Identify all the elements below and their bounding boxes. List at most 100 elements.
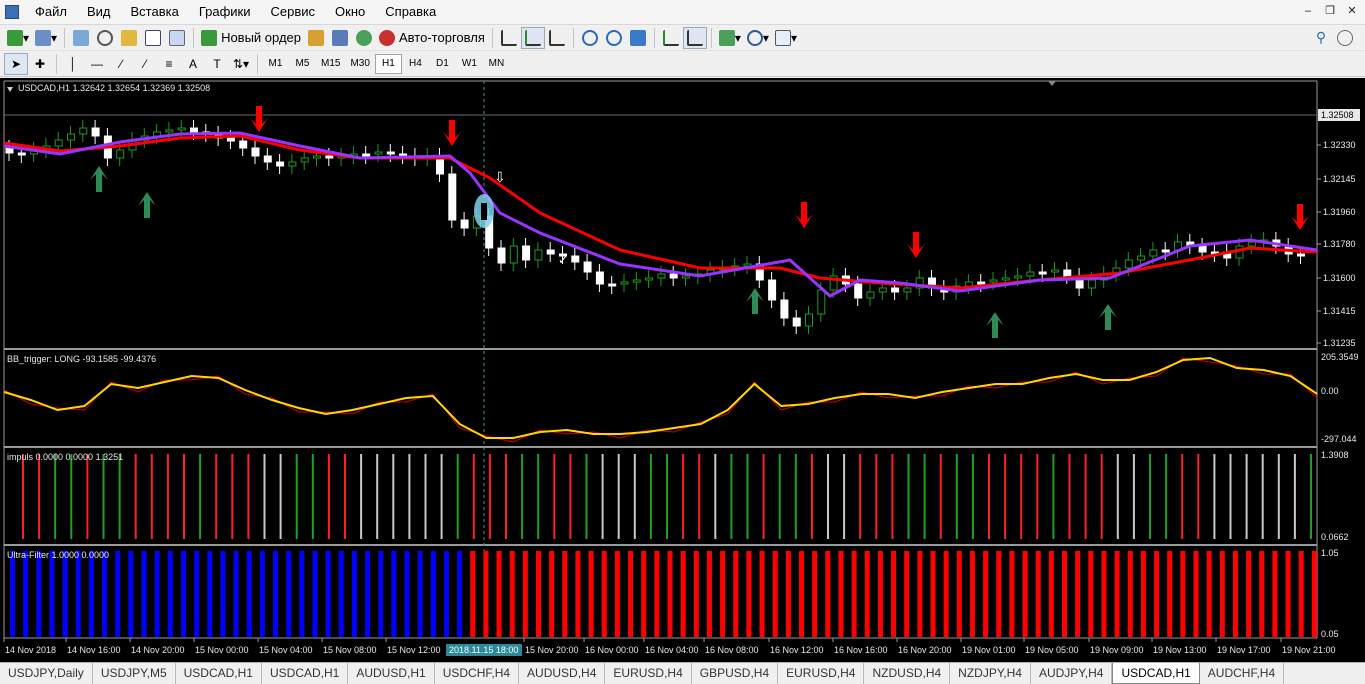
time-label: 19 Nov 17:00 (1217, 645, 1271, 655)
menu-tools[interactable]: Сервис (261, 1, 326, 23)
panel-separator-2[interactable] (4, 446, 1317, 448)
timeframe-m15[interactable]: M15 (316, 54, 345, 74)
vertical-line-button[interactable]: │ (61, 53, 85, 75)
impuls-bar (70, 454, 73, 539)
text-button[interactable]: A (181, 53, 205, 75)
impuls-bar (279, 454, 282, 539)
chart-tab[interactable]: EURUSD,H4 (605, 663, 692, 684)
timeframe-d1[interactable]: D1 (429, 54, 456, 74)
impuls-bar (183, 454, 185, 539)
minimize-icon[interactable]: – (1299, 3, 1317, 19)
candle-body (989, 279, 998, 283)
zoom-in-icon (581, 29, 598, 46)
ultra-filter-bar (825, 551, 831, 637)
line-chart-button[interactable] (545, 27, 569, 49)
timeframe-m1[interactable]: M1 (262, 54, 289, 74)
impuls-bar (907, 454, 910, 539)
ultra-filter-bar (759, 551, 765, 637)
crosshair-button[interactable]: ✚ (28, 53, 52, 75)
bar-chart-button[interactable] (497, 27, 521, 49)
chart-window[interactable]: ⇩ ✓ USDCAD,H1 1.32642 1.32654 1.32369 1.… (0, 78, 1365, 662)
restore-icon[interactable]: ❐ (1321, 3, 1339, 19)
timeframe-mn[interactable]: MN (483, 54, 510, 74)
candle-body (386, 151, 395, 155)
new-order-button[interactable]: Новый ордер (198, 27, 304, 49)
chart-tab[interactable]: AUDCHF,H4 (1200, 663, 1285, 684)
menu-view[interactable]: Вид (77, 1, 121, 23)
indicators-button[interactable]: ▾ (716, 27, 744, 49)
chart-tab[interactable]: AUDUSD,H1 (348, 663, 435, 684)
candle-body (1124, 259, 1133, 269)
timeframe-w1[interactable]: W1 (456, 54, 483, 74)
auto-scroll-button[interactable] (659, 27, 683, 49)
chart-tab[interactable]: AUDJPY,H4 (1031, 663, 1113, 684)
signals-button[interactable] (352, 27, 376, 49)
chart-canvas[interactable]: ⇩ ✓ USDCAD,H1 1.32642 1.32654 1.32369 1.… (0, 78, 1365, 662)
chart-tab[interactable]: USDCAD,H1 (176, 663, 262, 684)
ultra-filter-bar (154, 551, 160, 637)
horizontal-line-button[interactable]: — (85, 53, 109, 75)
data-window-button[interactable] (93, 27, 117, 49)
equidistant-channel-button[interactable]: ⁄ (133, 53, 157, 75)
price-label: 1.31960 (1323, 207, 1356, 217)
impuls-bar (424, 454, 427, 539)
terminal-button[interactable] (141, 27, 165, 49)
ultra-filter-bar (338, 551, 344, 637)
candlestick-button[interactable] (520, 26, 545, 49)
tester-button[interactable] (165, 27, 189, 49)
chart-tab[interactable]: AUDUSD,H4 (519, 663, 606, 684)
auto-trading-button[interactable]: Авто-торговля (376, 27, 488, 49)
chart-shift-button[interactable] (682, 26, 707, 49)
zoom-in-button[interactable] (578, 27, 602, 49)
candle-body (509, 245, 518, 264)
menu-file[interactable]: Файл (25, 1, 77, 23)
timeframe-m30[interactable]: M30 (345, 54, 374, 74)
chart-tab[interactable]: EURUSD,H4 (778, 663, 865, 684)
cursor-button[interactable]: ➤ (4, 52, 28, 75)
ultra-filter-bar (325, 551, 331, 637)
panel-separator-3[interactable] (4, 544, 1317, 546)
periods-button[interactable]: ▾ (744, 27, 772, 49)
chart-tab[interactable]: NZDUSD,H4 (864, 663, 951, 684)
chart-tab[interactable]: USDCAD,H1 (262, 663, 349, 684)
arrows-button[interactable]: ⇅▾ (229, 53, 253, 75)
market-watch-button[interactable] (69, 27, 93, 49)
chart-tab[interactable]: USDCAD,H1 (1112, 663, 1200, 684)
candle-body (276, 161, 285, 167)
zoom-out-button[interactable] (602, 27, 626, 49)
search-button[interactable]: ⚲ (1309, 27, 1333, 49)
impuls-bar (263, 454, 266, 539)
templates-button[interactable]: ▾ (772, 27, 800, 49)
ultra-filter-bar (102, 551, 108, 637)
chat-button[interactable] (1333, 27, 1357, 49)
close-icon[interactable]: ✕ (1343, 3, 1361, 19)
auto-trading-label: Авто-торговля (399, 30, 485, 45)
chart-tab[interactable]: GBPUSD,H4 (692, 663, 779, 684)
timeframe-h4[interactable]: H4 (402, 54, 429, 74)
impuls-bar (134, 454, 137, 539)
menu-window[interactable]: Окно (325, 1, 375, 23)
chart-tab[interactable]: USDCHF,H4 (435, 663, 520, 684)
candle-body (1001, 277, 1010, 281)
impuls-bar (859, 454, 862, 539)
timeframe-h1[interactable]: H1 (374, 53, 402, 74)
meta-editor-button[interactable] (304, 27, 328, 49)
menu-insert[interactable]: Вставка (121, 1, 189, 23)
profiles-button[interactable]: ▾ (32, 27, 60, 49)
chart-tab[interactable]: USDJPY,Daily (0, 663, 93, 684)
trendline-button[interactable]: ∕ (109, 53, 133, 75)
menu-charts[interactable]: Графики (189, 1, 261, 23)
timeframe-m5[interactable]: M5 (289, 54, 316, 74)
fibonacci-button[interactable]: ≡ (157, 53, 181, 75)
chart-tab[interactable]: USDJPY,M5 (93, 663, 176, 684)
text-label-button[interactable]: T (205, 53, 229, 75)
panel-separator-1[interactable] (4, 348, 1317, 350)
navigator-button[interactable] (117, 27, 141, 49)
community-button[interactable] (328, 27, 352, 49)
new-chart-button[interactable]: ▾ (4, 27, 32, 49)
menu-help[interactable]: Справка (375, 1, 446, 23)
chart-tab[interactable]: NZDJPY,H4 (950, 663, 1031, 684)
tile-windows-button[interactable] (626, 27, 650, 49)
impuls-bar (505, 454, 507, 539)
search-icon: ⚲ (1315, 29, 1327, 45)
